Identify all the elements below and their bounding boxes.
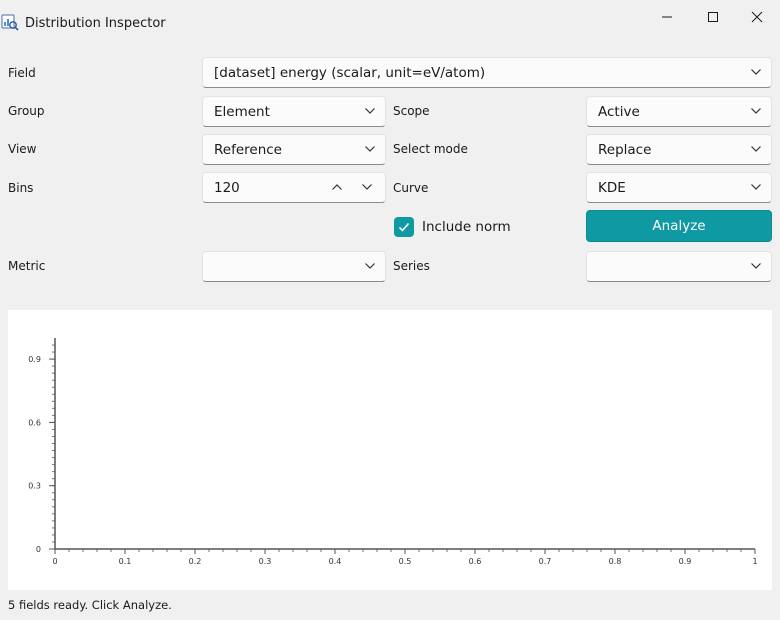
y-tick-label: 0.3 [28, 482, 41, 491]
chevron-down-icon [751, 263, 761, 269]
select-mode-label: Select mode [393, 142, 468, 156]
scope-select[interactable]: Active [586, 96, 772, 127]
select-mode-select-value: Replace [598, 142, 652, 158]
x-tick-label: 0 [52, 557, 57, 566]
y-axis-ticks: 0 0.3 0.6 0.9 [28, 355, 55, 554]
curve-label: Curve [393, 181, 429, 195]
x-tick-label: 0.7 [539, 557, 552, 566]
select-mode-select[interactable]: Replace [586, 134, 772, 165]
group-select-value: Element [214, 104, 270, 120]
status-text: 5 fields ready. Click Analyze. [8, 598, 172, 612]
scope-label: Scope [393, 104, 430, 118]
chevron-down-icon [365, 263, 375, 269]
include-norm-label[interactable]: Include norm [422, 219, 511, 235]
chevron-down-icon [751, 184, 761, 190]
x-tick-label: 0.4 [329, 557, 342, 566]
chevron-down-icon [751, 69, 761, 75]
curve-select[interactable]: KDE [586, 172, 772, 203]
series-label: Series [393, 259, 430, 273]
minimize-button[interactable] [644, 0, 690, 34]
x-tick-label: 0.1 [119, 557, 132, 566]
x-tick-label: 1 [752, 557, 757, 566]
view-label: View [8, 142, 37, 156]
window-title: Distribution Inspector [25, 16, 166, 31]
view-select-value: Reference [214, 142, 282, 158]
checkmark-icon [398, 222, 410, 232]
chevron-down-icon [365, 108, 375, 114]
bins-spinbox-value: 120 [214, 180, 240, 196]
group-label: Group [8, 104, 45, 118]
view-select[interactable]: Reference [202, 134, 386, 165]
close-icon [751, 11, 763, 23]
x-tick-label: 0.8 [609, 557, 622, 566]
field-select-value: [dataset] energy (scalar, unit=eV/atom) [214, 65, 486, 81]
series-select[interactable] [586, 251, 772, 282]
close-button[interactable] [734, 0, 780, 34]
app-chart-icon [1, 13, 19, 31]
curve-select-value: KDE [598, 180, 626, 196]
x-axis-ticks: 0 0.1 0.2 0.3 0.4 0.5 0.6 0.7 0.8 0.9 1 [52, 549, 758, 566]
chevron-down-icon [751, 108, 761, 114]
y-tick-label: 0 [36, 545, 41, 554]
x-tick-label: 0.5 [399, 557, 412, 566]
analyze-button[interactable]: Analyze [586, 210, 772, 242]
maximize-button[interactable] [690, 0, 736, 34]
maximize-icon [708, 12, 718, 22]
x-tick-label: 0.2 [189, 557, 202, 566]
x-tick-label: 0.3 [259, 557, 272, 566]
chevron-down-icon [751, 146, 761, 152]
x-tick-label: 0.6 [469, 557, 482, 566]
field-select[interactable]: [dataset] energy (scalar, unit=eV/atom) [202, 57, 772, 88]
group-select[interactable]: Element [202, 96, 386, 127]
include-norm-checkbox[interactable] [394, 217, 414, 237]
x-tick-label: 0.9 [679, 557, 692, 566]
scope-select-value: Active [598, 104, 640, 120]
distribution-chart: 0 0.1 0.2 0.3 0.4 0.5 0.6 0.7 0.8 0.9 1 0 0.3 0.6 0.9 [28, 338, 758, 566]
plot-area[interactable]: 0 0.1 0.2 0.3 0.4 0.5 0.6 0.7 0.8 0.9 1 0 0.3 0.6 0.9 [8, 310, 772, 590]
chevron-down-icon [365, 146, 375, 152]
y-tick-label: 0.9 [28, 355, 41, 364]
field-label: Field [8, 66, 36, 80]
axis-minor-ticks [52, 344, 742, 552]
bins-label: Bins [8, 181, 34, 195]
metric-select[interactable] [202, 251, 386, 282]
chevron-up-icon[interactable] [331, 183, 343, 191]
title-bar: Distribution Inspector [0, 0, 780, 46]
minimize-icon [662, 16, 672, 18]
metric-label: Metric [8, 259, 46, 273]
bins-spinbox[interactable]: 120 [202, 172, 386, 203]
chevron-down-icon[interactable] [361, 183, 373, 191]
y-tick-label: 0.6 [28, 418, 41, 427]
